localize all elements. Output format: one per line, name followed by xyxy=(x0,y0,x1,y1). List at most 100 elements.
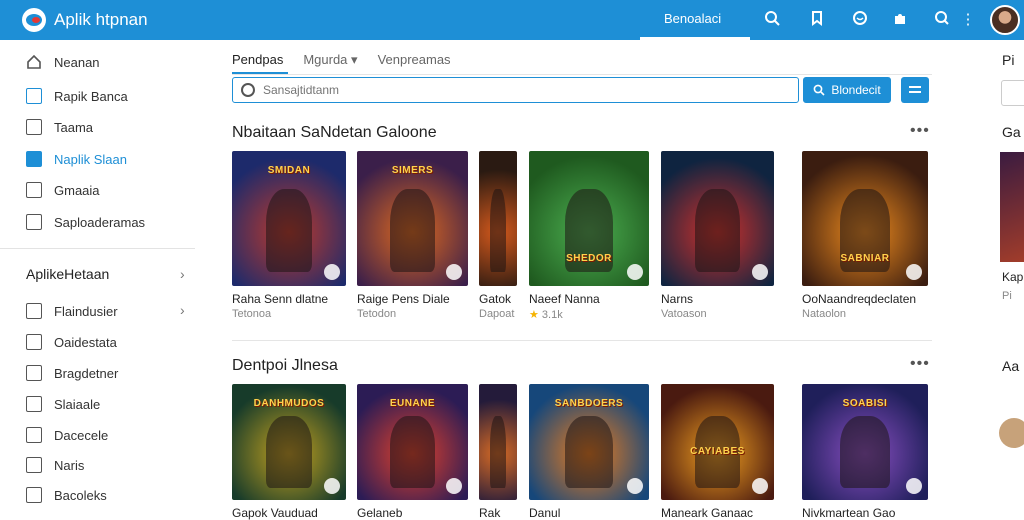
sidebar-item-label: Bragdetner xyxy=(54,365,119,381)
sidebar-item-label: Gmaaia xyxy=(54,182,100,198)
sidebar-item-bragdetner[interactable]: Bragdetner xyxy=(26,363,118,383)
game-title[interactable]: Danul xyxy=(529,506,560,520)
search-icon[interactable] xyxy=(762,10,782,30)
sidebar-item-home[interactable]: Neanan xyxy=(26,52,100,72)
app-title[interactable]: Aplik htpnan xyxy=(54,10,148,30)
game-thumbnail[interactable]: SABNIAR xyxy=(802,151,928,286)
sidebar-item-gmaaia[interactable]: Gmaaia xyxy=(26,180,100,200)
tab-pendpas[interactable]: Pendpas xyxy=(232,52,283,68)
check-icon xyxy=(26,396,42,412)
install-badge-icon[interactable] xyxy=(446,264,462,280)
game-logo-text: SOABISI xyxy=(842,398,888,409)
game-thumbnail[interactable] xyxy=(479,151,517,286)
sidebar-item-saploaderamas[interactable]: Saploaderamas xyxy=(26,212,145,232)
game-title[interactable]: Gelaneb xyxy=(357,506,402,520)
character-figure xyxy=(565,416,613,489)
game-thumbnail[interactable]: SIMERS xyxy=(357,151,468,286)
install-badge-icon[interactable] xyxy=(324,478,340,494)
sidebar-item-label: Slaiaale xyxy=(54,396,101,412)
sidebar-item-label: Bacoleks xyxy=(54,487,107,503)
game-title[interactable]: Raha Senn dlatne xyxy=(232,292,328,306)
game-title[interactable]: Nivkmartean Gao xyxy=(802,506,895,520)
install-badge-icon[interactable] xyxy=(627,478,643,494)
sidebar-item-dacecele[interactable]: Dacecele xyxy=(26,425,108,445)
right-panel-thumbnail[interactable] xyxy=(1000,152,1024,262)
sidebar-item-slaiaale[interactable]: Slaiaale xyxy=(26,394,100,414)
square-icon xyxy=(26,303,42,319)
character-figure xyxy=(839,416,891,489)
sidebar-item-label: Naplik Slaan xyxy=(54,151,127,167)
install-badge-icon[interactable] xyxy=(752,478,768,494)
install-badge-icon[interactable] xyxy=(627,264,643,280)
install-badge-icon[interactable] xyxy=(906,478,922,494)
puzzle-icon[interactable] xyxy=(890,10,910,30)
sidebar-item-naplik-slaan[interactable]: Naplik Slaan xyxy=(26,149,127,169)
tab-divider xyxy=(232,74,932,75)
sidebar-item-label: Naris xyxy=(54,457,85,473)
chevron-right-icon[interactable]: › xyxy=(180,302,185,318)
sidebar-item-bacoleks[interactable]: Bacoleks xyxy=(26,485,107,505)
game-thumbnail[interactable] xyxy=(661,151,774,286)
right-panel-select[interactable] xyxy=(1001,80,1024,106)
section-divider xyxy=(232,340,932,341)
app-logo-icon[interactable] xyxy=(22,8,46,32)
game-thumbnail[interactable]: DANHMUDOS xyxy=(232,384,346,500)
sidebar: Neanan Rapik Banca Taama Naplik Slaan Gm… xyxy=(0,40,200,512)
game-thumbnail[interactable]: CAYIABES xyxy=(661,384,774,500)
game-title[interactable]: Gapok Vauduad xyxy=(232,506,318,520)
sidebar-item-naris[interactable]: Naris xyxy=(26,455,84,475)
game-thumbnail[interactable]: SHEDOR xyxy=(529,151,649,286)
sidebar-item-flaindusier[interactable]: Flaindusier xyxy=(26,301,118,321)
game-title[interactable]: Maneark Ganaac xyxy=(661,506,753,520)
menu-icon xyxy=(909,91,921,93)
chevron-right-icon[interactable]: › xyxy=(180,266,185,282)
sidebar-item-taama[interactable]: Taama xyxy=(26,117,93,137)
game-title[interactable]: OoNaandreqdeclaten xyxy=(802,292,916,306)
tab-venpreamas[interactable]: Venpreamas xyxy=(378,52,451,68)
install-badge-icon[interactable] xyxy=(906,264,922,280)
install-badge-icon[interactable] xyxy=(752,264,768,280)
game-title[interactable]: Gatok xyxy=(479,292,511,306)
install-badge-icon[interactable] xyxy=(446,478,462,494)
right-panel-avatar[interactable] xyxy=(999,418,1024,448)
building-icon xyxy=(26,119,42,135)
sidebar-item-oaidestata[interactable]: Oaidestata xyxy=(26,332,117,352)
sidebar-section-header[interactable]: AplikeHetaan xyxy=(26,266,109,282)
folder-icon xyxy=(26,427,42,443)
game-logo-text: SIMERS xyxy=(391,165,434,176)
game-thumbnail[interactable]: SANBDOERS xyxy=(529,384,649,500)
more-horiz-icon[interactable]: ••• xyxy=(910,122,930,140)
game-subtitle: Dapoat xyxy=(479,308,514,320)
section-title: Nbaitaan SaNdetan Galoone xyxy=(232,124,437,141)
user-avatar[interactable] xyxy=(990,5,1020,35)
game-thumbnail[interactable]: SOABISI xyxy=(802,384,928,500)
search-icon xyxy=(241,83,255,97)
sidebar-item-label: Rapik Banca xyxy=(54,88,128,104)
right-panel-card-title: Kap xyxy=(1002,270,1024,284)
bookmark-icon[interactable] xyxy=(807,10,827,30)
game-thumbnail[interactable]: EUNANE xyxy=(357,384,468,500)
install-badge-icon[interactable] xyxy=(324,264,340,280)
top-nav-link[interactable]: Benoalaci xyxy=(664,11,721,26)
game-title[interactable]: Raige Pens Diale xyxy=(357,292,450,306)
search-field[interactable] xyxy=(232,77,799,103)
game-title[interactable]: Rak xyxy=(479,506,500,520)
top-nav-underline xyxy=(640,37,750,40)
search-input[interactable] xyxy=(263,83,783,97)
game-title[interactable]: Narns xyxy=(661,292,693,306)
game-title[interactable]: Naeef Nanna xyxy=(529,292,600,306)
game-subtitle-text: Vatoason xyxy=(661,308,707,320)
search-alt-icon[interactable] xyxy=(932,10,952,30)
game-thumbnail[interactable]: SMIDAN xyxy=(232,151,346,286)
more-vert-icon[interactable]: ⋮ xyxy=(958,10,978,30)
sidebar-item-rapik-banca[interactable]: Rapik Banca xyxy=(26,86,128,106)
game-logo-text: CAYIABES xyxy=(690,446,745,457)
game-thumbnail[interactable] xyxy=(479,384,517,500)
more-horiz-icon[interactable]: ••• xyxy=(910,355,930,373)
tab-mgurda[interactable]: Mgurda ▾ xyxy=(303,52,357,68)
chat-icon[interactable] xyxy=(850,10,870,30)
menu-button[interactable] xyxy=(901,77,929,103)
game-subtitle-text: 3.1k xyxy=(541,309,563,321)
search-button[interactable]: Blondecit xyxy=(803,77,891,103)
right-panel-card-sub: Pi xyxy=(1002,290,1012,302)
